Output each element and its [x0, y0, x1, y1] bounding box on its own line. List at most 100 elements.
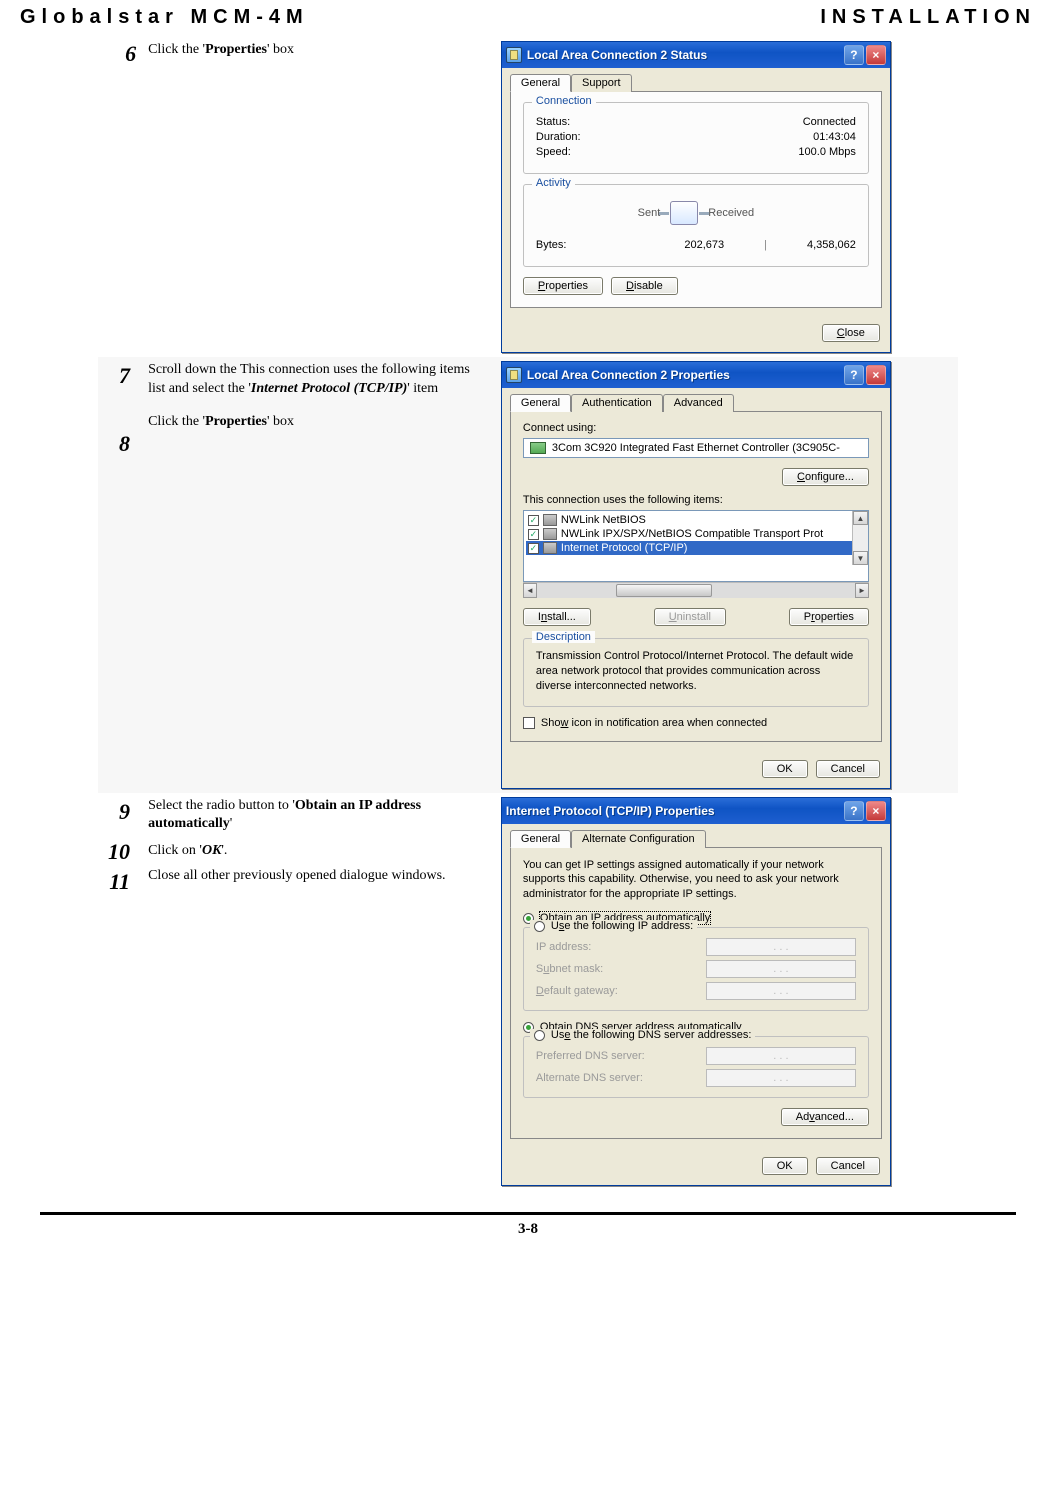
- scroll-up-icon[interactable]: ▲: [853, 511, 868, 525]
- header-right: INSTALLATION: [820, 6, 1036, 29]
- list-item-selected[interactable]: ✓Internet Protocol (TCP/IP): [526, 541, 866, 555]
- tab-support[interactable]: Support: [571, 74, 632, 92]
- step-text: Select the radio button to 'Obtain an IP…: [148, 797, 489, 835]
- header-left: Globalstar MCM-4M: [20, 6, 309, 29]
- window-icon: [506, 47, 522, 63]
- radio-use-dns[interactable]: Use the following DNS server addresses:: [530, 1029, 756, 1041]
- tab-advanced[interactable]: Advanced: [663, 394, 734, 412]
- alt-dns-field: . . .: [706, 1069, 856, 1087]
- radio-icon[interactable]: [534, 921, 545, 932]
- titlebar[interactable]: Internet Protocol (TCP/IP) Properties ? …: [502, 798, 890, 824]
- close-button[interactable]: Close: [822, 324, 880, 342]
- steps-table: 6 Click the 'Properties' box Local Area …: [98, 37, 958, 1190]
- list-item[interactable]: ✓NWLink NetBIOS: [526, 513, 866, 527]
- install-button[interactable]: Install...: [523, 608, 591, 626]
- help-button[interactable]: ?: [844, 365, 864, 385]
- status-label: Status:: [536, 116, 570, 128]
- close-icon[interactable]: ×: [866, 45, 886, 65]
- scrollbar-vertical[interactable]: ▲ ▼: [852, 511, 868, 565]
- list-item[interactable]: ✓NWLink IPX/SPX/NetBIOS Compatible Trans…: [526, 527, 866, 541]
- ok-button[interactable]: OK: [762, 760, 808, 778]
- items-label: This connection uses the following items…: [523, 494, 869, 506]
- checkbox-icon[interactable]: ✓: [528, 515, 539, 526]
- footer-rule: [40, 1212, 1016, 1215]
- pref-dns-label: Preferred DNS server:: [536, 1050, 645, 1062]
- subnet-field: . . .: [706, 960, 856, 978]
- scroll-thumb[interactable]: [616, 584, 711, 597]
- group-title: Connection: [532, 95, 596, 107]
- tab-authentication[interactable]: Authentication: [571, 394, 663, 412]
- gateway-label: Default gateway:: [536, 985, 618, 997]
- step-number: 11: [98, 865, 138, 895]
- sent-label: Sent: [638, 207, 661, 219]
- page-header: Globalstar MCM-4M INSTALLATION: [20, 0, 1036, 37]
- scroll-right-icon[interactable]: ►: [855, 583, 869, 598]
- bytes-received: 4,358,062: [807, 239, 856, 251]
- checkbox-icon[interactable]: ✓: [528, 529, 539, 540]
- titlebar[interactable]: Local Area Connection 2 Properties ? ×: [502, 362, 890, 388]
- page-number: 3-8: [20, 1221, 1036, 1238]
- description-text: Transmission Control Protocol/Internet P…: [536, 649, 856, 694]
- status-value: Connected: [803, 116, 856, 128]
- scroll-left-icon[interactable]: ◄: [523, 583, 537, 598]
- disable-button[interactable]: Disable: [611, 277, 678, 295]
- status-window: Local Area Connection 2 Status ? × Gener…: [501, 41, 891, 353]
- show-icon-checkbox[interactable]: Show icon in notification area when conn…: [523, 717, 869, 729]
- step-text: Scroll down the This connection uses the…: [148, 361, 489, 399]
- tab-general[interactable]: General: [510, 830, 571, 848]
- properties-button[interactable]: Properties: [789, 608, 869, 626]
- connection-group: Connection Status:Connected Duration:01:…: [523, 102, 869, 174]
- scrollbar-horizontal[interactable]: ◄ ►: [523, 582, 869, 598]
- titlebar[interactable]: Local Area Connection 2 Status ? ×: [502, 42, 890, 68]
- subnet-label: Subnet mask:: [536, 963, 603, 975]
- group-title: Description: [532, 631, 595, 643]
- adapter-field[interactable]: 3Com 3C920 Integrated Fast Ethernet Cont…: [523, 438, 869, 458]
- cancel-button[interactable]: Cancel: [816, 1157, 880, 1175]
- tab-alternate[interactable]: Alternate Configuration: [571, 830, 706, 848]
- ok-button[interactable]: OK: [762, 1157, 808, 1175]
- activity-group: Activity Sent Received: [523, 184, 869, 267]
- step-text: Click the 'Properties' box: [142, 37, 495, 357]
- help-button[interactable]: ?: [844, 45, 864, 65]
- tab-general[interactable]: General: [510, 394, 571, 412]
- close-icon[interactable]: ×: [866, 801, 886, 821]
- tab-general[interactable]: General: [510, 74, 571, 92]
- step-number: 7: [98, 357, 138, 389]
- activity-icon: [670, 201, 698, 225]
- connect-using-label: Connect using:: [523, 422, 869, 434]
- static-dns-group: Use the following DNS server addresses: …: [523, 1036, 869, 1098]
- adapter-icon: [530, 442, 546, 454]
- alt-dns-label: Alternate DNS server:: [536, 1072, 643, 1084]
- window-title: Local Area Connection 2 Properties: [527, 368, 844, 382]
- items-listbox[interactable]: ✓NWLink NetBIOS ✓NWLink IPX/SPX/NetBIOS …: [523, 510, 869, 582]
- description-group: Description Transmission Control Protoco…: [523, 638, 869, 707]
- configure-button[interactable]: Configure...: [782, 468, 869, 486]
- uninstall-button: Uninstall: [654, 608, 726, 626]
- protocol-icon: [543, 514, 557, 526]
- radio-icon[interactable]: [534, 1030, 545, 1041]
- checkbox-icon[interactable]: ✓: [528, 543, 539, 554]
- scroll-down-icon[interactable]: ▼: [853, 551, 868, 565]
- checkbox-icon[interactable]: [523, 717, 535, 729]
- received-label: Received: [708, 207, 754, 219]
- step-text: Close all other previously opened dialog…: [148, 867, 489, 886]
- adapter-name: 3Com 3C920 Integrated Fast Ethernet Cont…: [552, 442, 840, 454]
- cancel-button[interactable]: Cancel: [816, 760, 880, 778]
- step-text: Click on 'OK'.: [148, 842, 489, 861]
- step-number: 10: [98, 825, 138, 865]
- tcpip-window: Internet Protocol (TCP/IP) Properties ? …: [501, 797, 891, 1187]
- ip-address-label: IP address:: [536, 941, 591, 953]
- step-number: 6: [98, 37, 142, 357]
- properties-window: Local Area Connection 2 Properties ? × G…: [501, 361, 891, 789]
- advanced-button[interactable]: Advanced...: [781, 1108, 869, 1126]
- duration-value: 01:43:04: [813, 131, 856, 143]
- duration-label: Duration:: [536, 131, 581, 143]
- radio-use-ip[interactable]: Use the following IP address:: [530, 920, 697, 932]
- table-row: 7 8 Scroll down the This connection uses…: [98, 357, 958, 793]
- table-row: 6 Click the 'Properties' box Local Area …: [98, 37, 958, 357]
- bytes-sent: 202,673: [684, 239, 724, 251]
- properties-button[interactable]: Properties: [523, 277, 603, 295]
- help-button[interactable]: ?: [844, 801, 864, 821]
- close-icon[interactable]: ×: [866, 365, 886, 385]
- bytes-label: Bytes:: [536, 239, 567, 251]
